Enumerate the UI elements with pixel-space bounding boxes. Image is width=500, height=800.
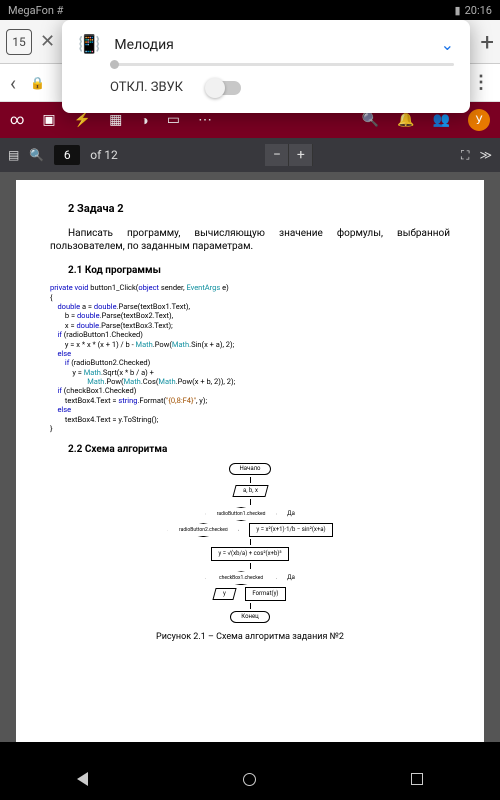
flow-decision-3: checkBox1.checked (205, 571, 277, 585)
find-icon[interactable]: 🔍 (29, 148, 44, 162)
lock-icon: 🔒 (30, 76, 45, 90)
tools-icon[interactable]: ≫ (479, 148, 492, 162)
section-heading: 2 Задача 2 (50, 202, 450, 217)
flow-input: a, b, x (232, 485, 268, 497)
nav-home-icon[interactable] (243, 773, 256, 786)
page-input[interactable]: 6 (54, 145, 80, 165)
volume-notification-panel: 📳 Мелодия ⌄ ОТКЛ. ЗВУК (62, 20, 470, 113)
pdf-page: 2 Задача 2 Написать программу, вычисляющ… (16, 180, 484, 742)
flow-process-2: y = √(xb/a) + cos²(x+b)³ (211, 547, 288, 561)
battery-icon: ▮ (455, 4, 461, 17)
page-total: of 12 (90, 148, 117, 162)
flowchart: Начало a, b, x radioButton1.checked Да r… (50, 463, 450, 624)
pdf-viewer[interactable]: 2 Задача 2 Написать программу, вычисляющ… (0, 172, 500, 742)
search-icon[interactable]: 🔍 (362, 112, 379, 128)
mute-label: ОТКЛ. ЗВУК (110, 80, 183, 95)
clock: 20:16 (465, 4, 492, 17)
android-nav-bar (0, 758, 500, 800)
new-tab-button[interactable]: + (480, 28, 494, 56)
nav-back-icon[interactable] (77, 772, 88, 786)
flow-decision-1: radioButton1.checked (205, 507, 277, 521)
subheading-code: 2.1 Код программы (50, 264, 450, 278)
volume-slider[interactable] (110, 63, 454, 66)
sidebar-toggle-icon[interactable]: ▤ (8, 148, 19, 162)
flow-process-3: Format(y) (245, 587, 285, 601)
flow-decision-2: radioButton2.checked (167, 523, 239, 537)
code-block: private void button1_Click(object sender… (50, 283, 450, 433)
notification-title: Мелодия (114, 37, 426, 53)
figure-caption: Рисунок 2.1 – Схема алгоритма задания №2 (50, 631, 450, 643)
expand-icon[interactable]: ⌄ (441, 35, 454, 54)
back-icon[interactable]: ‹ (10, 71, 16, 95)
android-status-bar: MegaFon # ▮ 20:16 (0, 0, 500, 20)
files-icon[interactable]: ▣ (42, 112, 55, 128)
tab-count-button[interactable]: 15 (6, 29, 32, 55)
zoom-out-button[interactable]: − (265, 144, 289, 166)
intro-text: Написать программу, вычисляющую значение… (50, 227, 450, 254)
gallery-icon[interactable]: ▦ (109, 112, 122, 128)
mute-toggle[interactable] (207, 81, 241, 95)
flow-end: Конец (230, 611, 269, 623)
flow-process-1: y = x²(x+1)·1/b − sin²(x+a) (249, 523, 332, 537)
close-tab-icon[interactable]: ✕ (40, 31, 55, 52)
zoom-in-button[interactable]: + (289, 144, 313, 166)
pdf-toolbar: ▤ 🔍 6 of 12 − + ⛶ ≫ (0, 138, 500, 172)
nav-recent-icon[interactable] (411, 773, 423, 785)
flow-start: Начало (229, 463, 272, 475)
flow-output: y (213, 588, 237, 600)
fullscreen-icon[interactable]: ⛶ (461, 148, 469, 163)
menu-icon[interactable]: ⋮ (472, 72, 490, 93)
notifications-icon[interactable]: 🔔 (397, 112, 414, 128)
logo-icon: ∞ (10, 112, 24, 128)
contacts-icon[interactable]: ◑ (140, 112, 148, 129)
avatar[interactable]: У (468, 109, 490, 131)
more-apps-icon[interactable]: ⋯ (198, 112, 212, 128)
activity-icon[interactable]: ⚡ (74, 112, 91, 128)
calendar-icon[interactable]: ▭ (167, 112, 180, 128)
subheading-scheme: 2.2 Схема алгоритма (50, 443, 450, 457)
contacts2-icon[interactable]: 👥 (433, 112, 450, 128)
carrier-label: MegaFon # (8, 4, 63, 17)
vibrate-icon: 📳 (78, 34, 100, 55)
